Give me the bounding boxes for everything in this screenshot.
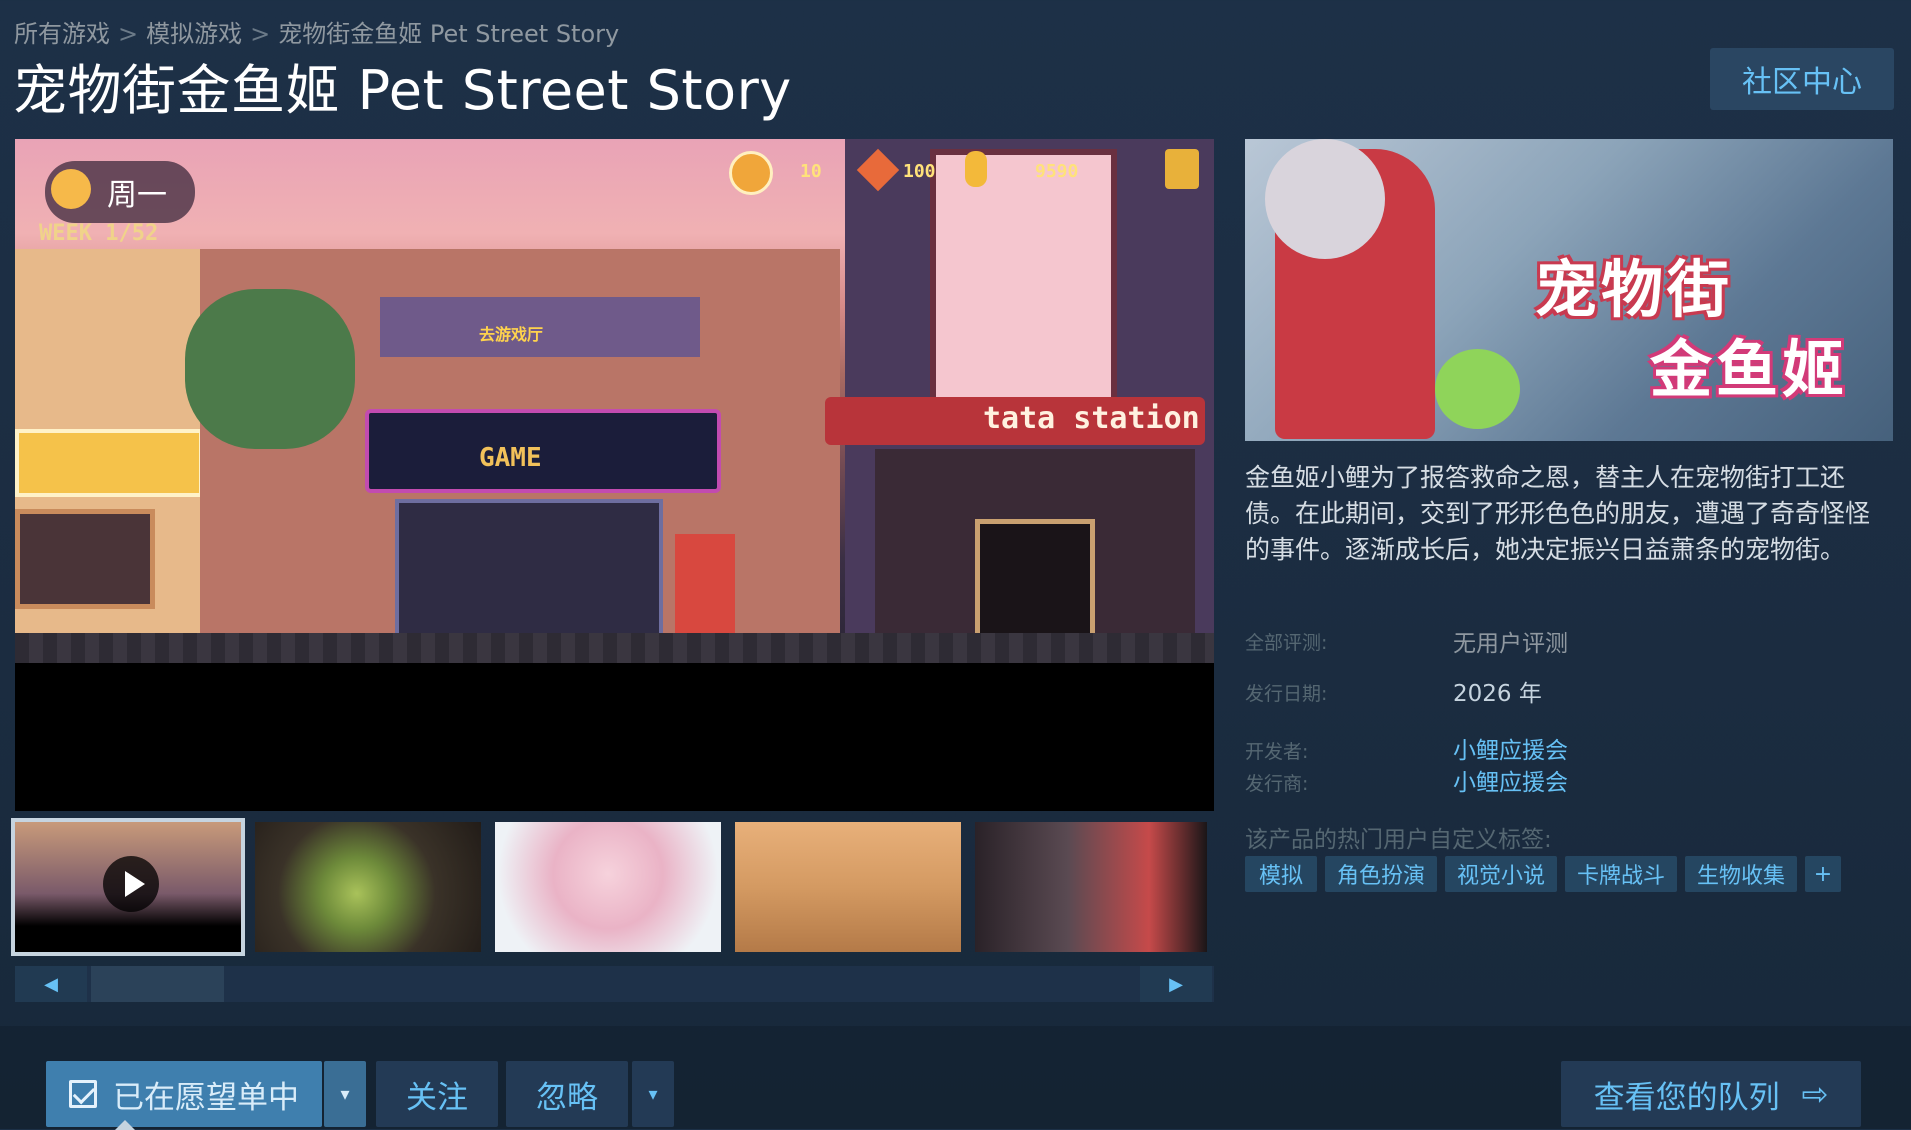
coin-icon [965,151,987,187]
thumbnail-portrait[interactable] [495,822,721,952]
arrow-right-icon: ⇨ [1801,1075,1829,1113]
tags-label: 该产品的热门用户自定义标签: [1245,827,1552,853]
hud-day-text: 周一 [107,178,167,213]
game-sign-text: GAME [479,443,542,473]
game-screenshot: GAME 去游戏厅 tata station 周一 WEEK 1/52 10 1… [15,139,1214,663]
thumbnail-scrollbar[interactable]: ◀ ▶ [15,966,1214,1002]
tag-simulation[interactable]: 模拟 [1245,856,1317,892]
scroll-right-button[interactable]: ▶ [1140,966,1212,1002]
publisher-label: 发行商: [1245,773,1309,795]
release-date-value: 2026 年 [1453,681,1542,707]
breadcrumb: 所有游戏 > 模拟游戏 > 宠物街金鱼姬 Pet Street Story [14,14,619,49]
game-description: 金鱼姬小鲤为了报答救命之恩，替主人在宠物街打工还债。在此期间，交到了形形色色的朋… [1245,463,1871,564]
tag-creature-collector[interactable]: 生物收集 [1685,856,1797,892]
station-sign-text: tata station [983,401,1200,436]
community-hub-button[interactable]: 社区中心 [1710,48,1894,110]
game-neon-sign: GAME [365,409,721,493]
breadcrumb-separator: > [250,20,271,48]
sun-icon [51,169,91,209]
publisher-link[interactable]: 小鲤应援会 [1453,763,1568,797]
play-icon [103,856,159,912]
tag-rpg[interactable]: 角色扮演 [1325,856,1437,892]
wishlist-button[interactable]: 已在愿望单中 [46,1061,322,1127]
hud-week: WEEK 1/52 [39,221,159,246]
header-capsule-image: 宠物街 金鱼姬 [1245,139,1893,441]
view-queue-label: 查看您的队列 [1593,1079,1780,1116]
tag-visual-novel[interactable]: 视觉小说 [1445,856,1557,892]
scene-ground [15,633,1214,663]
reviews-label: 全部评测: [1245,632,1328,654]
tag-add-button[interactable]: + [1805,856,1841,892]
breadcrumb-all-games[interactable]: 所有游戏 [14,20,110,48]
tag-card-battle[interactable]: 卡牌战斗 [1565,856,1677,892]
thumbnail-video[interactable] [11,818,245,956]
alert-icon [1165,149,1199,189]
chevron-down-icon: ▾ [648,1083,658,1105]
thumbnail-strip [11,818,1215,960]
thumbnail-forest[interactable] [255,822,481,952]
station-sign: tata station [825,397,1205,445]
ignore-button[interactable]: 忽略 [506,1061,628,1127]
follow-button[interactable]: 关注 [376,1061,498,1127]
scroll-thumb[interactable] [91,966,224,1002]
wishlist-dropdown-button[interactable]: ▾ [324,1061,366,1127]
reviews-value: 无用户评测 [1453,631,1568,657]
breadcrumb-simulation[interactable]: 模拟游戏 [146,20,242,48]
checkbox-checked-icon [69,1080,97,1108]
thumbnail-shop[interactable] [735,822,961,952]
hud-coins-value: 9590 [1035,161,1079,182]
developer-link[interactable]: 小鲤应援会 [1453,731,1568,765]
capsule-logo-line2: 金鱼姬 [1650,333,1849,406]
hud-heart-value: 100 [903,161,936,182]
release-date-label: 发行日期: [1245,683,1328,705]
scroll-left-button[interactable]: ◀ [15,966,87,1002]
breadcrumb-game[interactable]: 宠物街金鱼姬 Pet Street Story [278,20,619,48]
view-queue-button[interactable]: 查看您的队列 ⇨ [1561,1061,1861,1127]
hud-clock-value: 10 [800,161,822,182]
scene-poster [930,149,1117,411]
developer-label: 开发者: [1245,741,1309,763]
clock-icon [729,151,773,195]
chevron-down-icon: ▾ [340,1083,350,1105]
main-media-viewer[interactable]: GAME 去游戏厅 tata station 周一 WEEK 1/52 10 1… [15,139,1214,811]
page-title: 宠物街金鱼姬 Pet Street Story [13,59,792,122]
arcade-sign: 去游戏厅 [479,325,544,344]
wishlist-label: 已在愿望单中 [113,1079,299,1116]
ignore-dropdown-button[interactable]: ▾ [632,1061,674,1127]
breadcrumb-separator: > [118,20,139,48]
thumbnail-characters[interactable] [975,822,1207,952]
capsule-logo-line1: 宠物街 [1535,253,1734,326]
